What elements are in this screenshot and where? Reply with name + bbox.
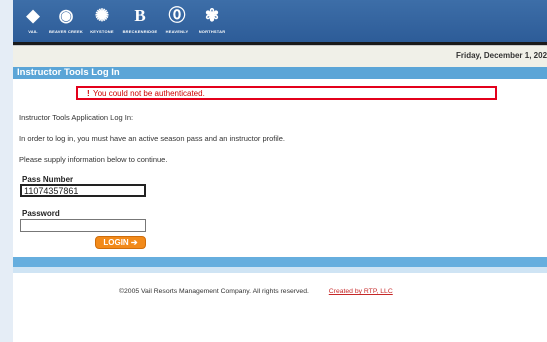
date-bar: Friday, December 1, 202 bbox=[13, 45, 547, 67]
copyright-text: ©2005 Vail Resorts Management Company. A… bbox=[119, 288, 309, 295]
password-input[interactable] bbox=[20, 219, 146, 232]
northstar-logo-icon: ✾ NORTHSTAR bbox=[198, 6, 226, 34]
current-date: Friday, December 1, 202 bbox=[456, 51, 547, 60]
pass-number-input[interactable] bbox=[20, 184, 146, 197]
login-instructions: In order to log in, you must have an act… bbox=[19, 134, 285, 143]
vail-logo-icon: ◆ VAIL bbox=[26, 6, 40, 34]
credit-link[interactable]: Created by RTP, LLC bbox=[329, 288, 393, 295]
password-label: Password bbox=[22, 209, 60, 218]
login-heading: Instructor Tools Application Log In: bbox=[19, 113, 134, 122]
page: ◆ VAIL ◉ BEAVER CREEK ✺ KEYSTONE B BRECK… bbox=[13, 0, 547, 342]
heavenly-logo-icon: ⓪ HEAVENLY bbox=[165, 6, 189, 34]
login-prompt: Please supply information below to conti… bbox=[19, 155, 168, 164]
page-title: Instructor Tools Log In bbox=[17, 67, 120, 78]
resort-logo-banner: ◆ VAIL ◉ BEAVER CREEK ✺ KEYSTONE B BRECK… bbox=[13, 0, 547, 42]
bottom-bar bbox=[13, 257, 547, 267]
bottom-bar-shade bbox=[13, 267, 547, 273]
footer: ©2005 Vail Resorts Management Company. A… bbox=[119, 288, 393, 295]
login-button[interactable]: LOGIN ➔ bbox=[95, 236, 146, 249]
pass-number-label: Pass Number bbox=[22, 175, 74, 184]
title-bar: Instructor Tools Log In bbox=[13, 67, 547, 79]
breckenridge-logo-icon: B BRECKENRIDGE bbox=[122, 6, 158, 34]
keystone-logo-icon: ✺ KEYSTONE bbox=[90, 6, 114, 34]
beaver-creek-logo-icon: ◉ BEAVER CREEK bbox=[49, 6, 83, 34]
error-message-box: ! You could not be authenticated. bbox=[76, 86, 497, 100]
alert-icon: ! bbox=[87, 89, 90, 98]
error-message: You could not be authenticated. bbox=[93, 89, 205, 98]
